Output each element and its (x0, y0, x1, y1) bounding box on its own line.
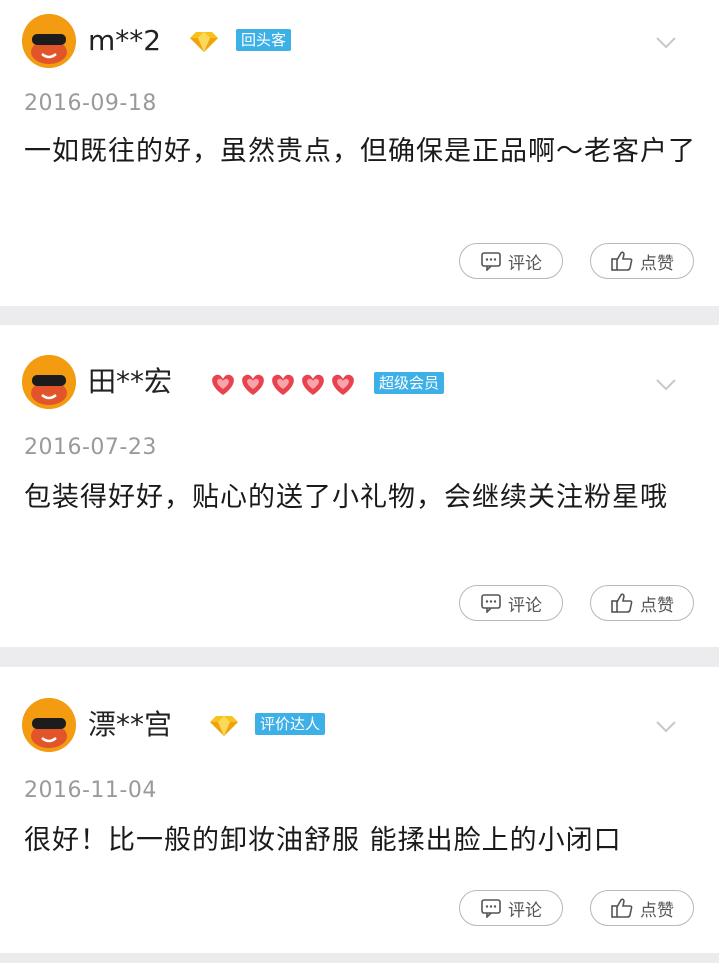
comment-icon (480, 251, 502, 271)
thumbs-up-icon (610, 592, 634, 614)
like-label: 点赞 (640, 595, 674, 616)
like-label: 点赞 (640, 900, 674, 921)
username: m**2 (88, 24, 162, 57)
comment-button[interactable]: 评论 (459, 243, 563, 279)
thumbs-up-icon (610, 250, 634, 272)
like-label: 点赞 (640, 253, 674, 274)
review-content: 很好！比一般的卸妆油舒服 能揉出脸上的小闭口 (24, 825, 622, 856)
username: 田**宏 (88, 365, 173, 398)
comment-button[interactable]: 评论 (459, 890, 563, 926)
diamond-icon (188, 30, 220, 58)
review-content: 一如既往的好，虽然贵点，但确保是正品啊～老客户了 (24, 136, 696, 167)
status-badge: 评价达人 (255, 713, 326, 735)
avatar[interactable] (22, 355, 76, 409)
comment-label: 评论 (508, 900, 542, 921)
chevron-down-icon[interactable] (655, 719, 677, 733)
review-content: 包装得好好，贴心的送了小礼物，会继续关注粉星哦 (24, 482, 668, 513)
review-card: 田**宏 超级会员 2016-07-23 包装得好好，贴心的送了小礼物，会继续关… (0, 325, 719, 647)
comment-label: 评论 (508, 595, 542, 616)
comment-icon (480, 593, 502, 613)
review-date: 2016-09-18 (24, 91, 157, 116)
like-button[interactable]: 点赞 (590, 243, 694, 279)
like-button[interactable]: 点赞 (590, 890, 694, 926)
review-date: 2016-07-23 (24, 435, 157, 460)
thumbs-up-icon (610, 897, 634, 919)
like-button[interactable]: 点赞 (590, 585, 694, 621)
review-card: 漂**宫 评价达人 2016-11-04 很好！比一般的卸妆油舒服 能揉出脸上的… (0, 667, 719, 953)
username: 漂**宫 (88, 708, 173, 741)
avatar[interactable] (22, 14, 76, 68)
comment-button[interactable]: 评论 (459, 585, 563, 621)
five-hearts-icon (208, 371, 360, 401)
status-badge: 超级会员 (374, 372, 445, 394)
review-date: 2016-11-04 (24, 778, 157, 803)
review-card: m**2 回头客 2016-09-18 一如既往的好，虽然贵点，但确保是正品啊～… (0, 0, 719, 306)
chevron-down-icon[interactable] (655, 377, 677, 391)
comment-label: 评论 (508, 253, 542, 274)
status-badge: 回头客 (236, 29, 292, 51)
comment-icon (480, 898, 502, 918)
avatar[interactable] (22, 698, 76, 752)
chevron-down-icon[interactable] (655, 35, 677, 49)
diamond-icon (208, 714, 240, 742)
